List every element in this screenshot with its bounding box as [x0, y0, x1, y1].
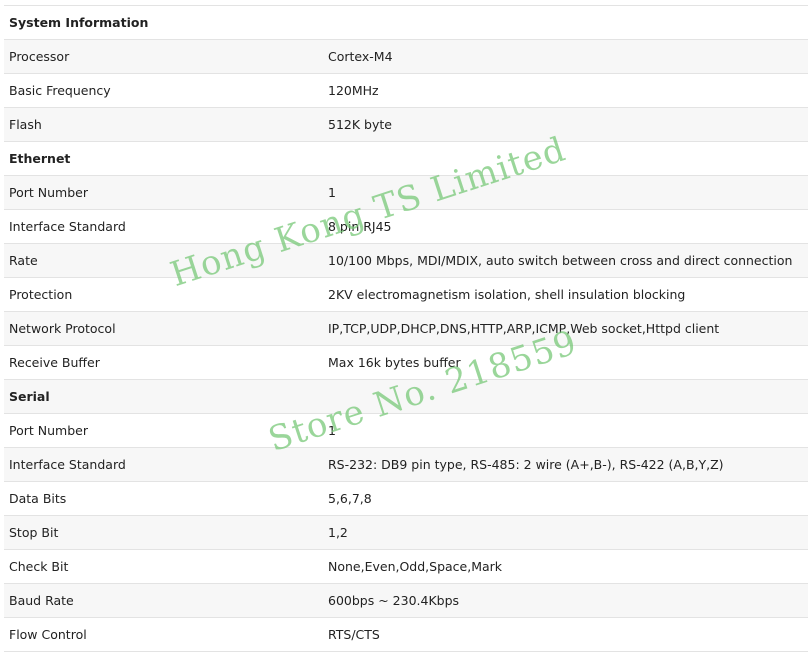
row-label: Network Protocol: [9, 321, 116, 336]
row-label: Receive Buffer: [9, 355, 100, 370]
row-label: Rate: [9, 253, 38, 268]
row-label: Port Number: [9, 423, 88, 438]
section-header-ethernet: Ethernet: [4, 142, 808, 176]
section-header-serial: Serial: [4, 380, 808, 414]
table-row: Protection 2KV electromagnetism isolatio…: [4, 278, 808, 312]
row-value: 10/100 Mbps, MDI/MDIX, auto switch betwe…: [328, 253, 793, 268]
row-label: Interface Standard: [9, 219, 126, 234]
section-header-system-information: System Information: [4, 6, 808, 40]
row-value: None,Even,Odd,Space,Mark: [328, 559, 503, 574]
table-row: Interface Standard 8 pin RJ45: [4, 210, 808, 244]
table-row: Flow Control RTS/CTS: [4, 618, 808, 652]
row-value: IP,TCP,UDP,DHCP,DNS,HTTP,ARP,ICMP,Web so…: [328, 321, 720, 336]
table-row: Rate 10/100 Mbps, MDI/MDIX, auto switch …: [4, 244, 808, 278]
row-value: RTS/CTS: [328, 627, 380, 642]
row-value: 5,6,7,8: [328, 491, 372, 506]
row-label: Processor: [9, 49, 70, 64]
row-value: 600bps ~ 230.4Kbps: [328, 593, 460, 608]
spec-table: System Information Processor Cortex-M4 B…: [4, 5, 808, 652]
row-label: Data Bits: [9, 491, 67, 506]
table-row: Flash 512K byte: [4, 108, 808, 142]
table-row: Receive Buffer Max 16k bytes buffer: [4, 346, 808, 380]
row-label: Protection: [9, 287, 73, 302]
table-row: Interface Standard RS-232: DB9 pin type,…: [4, 448, 808, 482]
row-value: Cortex-M4: [328, 49, 393, 64]
row-value: RS-232: DB9 pin type, RS-485: 2 wire (A+…: [328, 457, 724, 472]
row-label: Flash: [9, 117, 42, 132]
row-value: 1: [328, 185, 336, 200]
row-label: Stop Bit: [9, 525, 59, 540]
table-row: Network Protocol IP,TCP,UDP,DHCP,DNS,HTT…: [4, 312, 808, 346]
row-label: Basic Frequency: [9, 83, 111, 98]
row-value: 512K byte: [328, 117, 392, 132]
row-value: 120MHz: [328, 83, 379, 98]
table-row: Port Number 1: [4, 414, 808, 448]
row-label: Interface Standard: [9, 457, 126, 472]
row-label: Port Number: [9, 185, 88, 200]
table-row: Stop Bit 1,2: [4, 516, 808, 550]
table-row: Baud Rate 600bps ~ 230.4Kbps: [4, 584, 808, 618]
table-row: Check Bit None,Even,Odd,Space,Mark: [4, 550, 808, 584]
table-row: Data Bits 5,6,7,8: [4, 482, 808, 516]
row-value: 1,2: [328, 525, 348, 540]
row-value: 2KV electromagnetism isolation, shell in…: [328, 287, 686, 302]
row-label: Check Bit: [9, 559, 69, 574]
table-row: Port Number 1: [4, 176, 808, 210]
section-title: System Information: [9, 15, 149, 30]
section-title: Ethernet: [9, 151, 71, 166]
table-row: Processor Cortex-M4: [4, 40, 808, 74]
row-label: Flow Control: [9, 627, 87, 642]
row-value: Max 16k bytes buffer: [328, 355, 461, 370]
table-row: Basic Frequency 120MHz: [4, 74, 808, 108]
row-label: Baud Rate: [9, 593, 74, 608]
row-value: 8 pin RJ45: [328, 219, 392, 234]
row-value: 1: [328, 423, 336, 438]
section-title: Serial: [9, 389, 50, 404]
